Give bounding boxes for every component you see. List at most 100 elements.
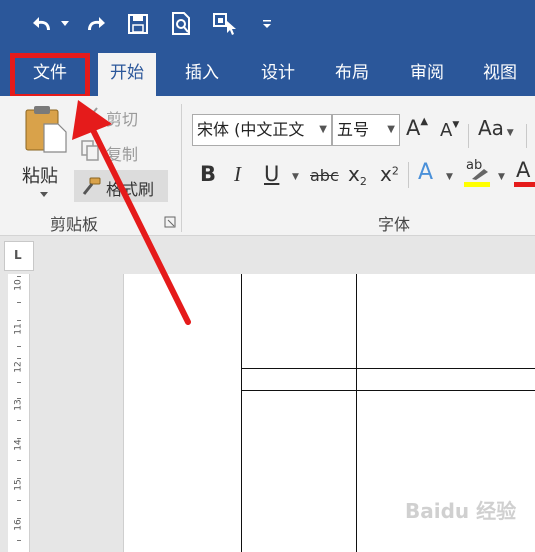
font-color-label: A	[516, 158, 531, 182]
subscript-button[interactable]: x2	[348, 162, 367, 188]
font-name-combo[interactable]: 宋体 (中文正文 ▼	[192, 114, 332, 146]
separator	[468, 124, 469, 148]
format-painter-button[interactable]: 格式刷	[74, 170, 168, 202]
save-button[interactable]	[124, 10, 152, 38]
group-separator	[181, 104, 182, 232]
table-border	[241, 368, 535, 369]
ruler-number: 12	[13, 361, 24, 373]
separator	[526, 124, 527, 148]
chevron-down-icon[interactable]: ▼	[498, 172, 505, 182]
undo-dropdown[interactable]	[58, 10, 72, 38]
tab-review[interactable]: 审阅	[397, 48, 457, 96]
change-case-button[interactable]: Aa ▼	[478, 116, 514, 140]
down-arrow-icon: ▼	[452, 120, 460, 130]
redo-button[interactable]	[80, 10, 110, 38]
chevron-down-icon: ▼	[503, 128, 514, 138]
up-arrow-icon: ▲	[420, 116, 429, 127]
table-border	[241, 274, 242, 552]
chevron-down-icon[interactable]: ▼	[446, 172, 453, 182]
highlight-color-bar	[464, 182, 490, 187]
ruler-number: 14	[13, 439, 24, 451]
highlighter-pen-icon	[472, 169, 488, 180]
print-preview-icon	[172, 12, 190, 35]
redo-icon	[88, 17, 105, 30]
grow-font-label: A	[406, 116, 421, 140]
tab-home[interactable]: 开始	[98, 53, 156, 96]
copy-button[interactable]: 复制	[80, 138, 150, 164]
ruler-tab-selector[interactable]: L	[4, 241, 34, 271]
quick-access-toolbar	[0, 0, 535, 48]
tab-view[interactable]: 视图	[470, 48, 530, 96]
grow-font-button[interactable]: A▲	[406, 116, 428, 140]
ruler-tick	[17, 500, 21, 501]
shrink-font-button[interactable]: A▼	[440, 120, 459, 141]
vertical-ruler: 10 11 12 13 14 15 16	[8, 274, 30, 552]
ruler-number: 16	[13, 519, 24, 531]
text-effects-button[interactable]: A	[418, 160, 433, 185]
scissors-icon	[82, 107, 98, 125]
table-border	[241, 390, 535, 391]
clipboard-paste-icon	[25, 106, 67, 153]
file-tab-highlight-box	[10, 53, 90, 99]
copy-label: 复制	[106, 145, 139, 164]
ruler-tick	[17, 320, 21, 321]
touch-mode-button[interactable]	[210, 10, 240, 38]
chevron-down-icon	[40, 192, 48, 197]
chevron-down-icon: ▼	[387, 124, 395, 135]
font-name-value: 宋体 (中文正文	[197, 120, 305, 139]
cut-button[interactable]: 剪切	[80, 104, 150, 130]
watermark: Baidu 经验	[405, 499, 517, 523]
print-preview-button[interactable]	[168, 10, 196, 38]
paste-label: 粘贴	[22, 166, 58, 187]
ruler-tick	[17, 346, 21, 347]
font-size-value: 五号	[337, 120, 370, 139]
table-border	[356, 274, 357, 552]
highlight-button[interactable]: ab	[464, 158, 494, 188]
separator	[408, 162, 409, 188]
paste-button[interactable]: 粘贴	[18, 104, 74, 204]
ruler-number: 13	[13, 399, 24, 411]
ribbon-home: 粘贴 剪切 复制 格式刷 剪贴板 宋体 (中文正文 ▼ 五号 ▼ A▲ A▼ A…	[0, 96, 535, 236]
font-size-combo[interactable]: 五号 ▼	[332, 114, 400, 146]
copy-icon	[81, 140, 99, 161]
save-icon	[128, 14, 148, 34]
tab-insert[interactable]: 插入	[172, 48, 232, 96]
ruler-number: 10	[13, 279, 24, 291]
clipboard-group-label: 剪贴板	[50, 215, 99, 234]
superscript-mark: 2	[391, 164, 399, 178]
undo-icon	[33, 17, 50, 30]
change-case-label: Aa	[478, 116, 504, 140]
font-group-label: 字体	[378, 215, 411, 234]
chevron-down-icon: ▼	[319, 124, 327, 135]
ruler-number: 11	[13, 323, 24, 335]
format-painter-label: 格式刷	[106, 180, 155, 199]
font-color-bar	[514, 182, 535, 187]
ruler-tick	[17, 276, 21, 277]
dialog-launcher-icon[interactable]	[164, 216, 176, 228]
format-painter-icon	[82, 177, 101, 195]
ruler-tick	[17, 358, 21, 359]
ruler-number: 15	[13, 479, 24, 491]
touch-mode-icon	[213, 13, 236, 35]
underline-button[interactable]: U	[264, 162, 279, 186]
tab-layout[interactable]: 布局	[322, 48, 382, 96]
customize-dropdown-icon	[263, 20, 271, 28]
superscript-button[interactable]: x2	[380, 162, 399, 186]
ruler-tick	[17, 382, 21, 383]
undo-button[interactable]	[28, 10, 58, 38]
chevron-down-icon	[61, 21, 69, 26]
shrink-font-label: A	[440, 120, 453, 141]
subscript-x: x	[348, 162, 360, 186]
strikethrough-button[interactable]: abc	[310, 166, 339, 185]
tab-stop-icon: L	[14, 248, 22, 262]
italic-button[interactable]: I	[234, 162, 241, 187]
font-color-button[interactable]: A	[514, 158, 535, 188]
cut-label: 剪切	[106, 110, 139, 129]
chevron-down-icon[interactable]: ▼	[292, 172, 299, 182]
customize-qat-button[interactable]	[258, 10, 276, 38]
ruler-tick	[17, 460, 21, 461]
bold-button[interactable]: B	[200, 162, 216, 186]
tab-design[interactable]: 设计	[248, 48, 308, 96]
ruler-tick	[17, 540, 21, 541]
superscript-x: x	[380, 162, 392, 186]
